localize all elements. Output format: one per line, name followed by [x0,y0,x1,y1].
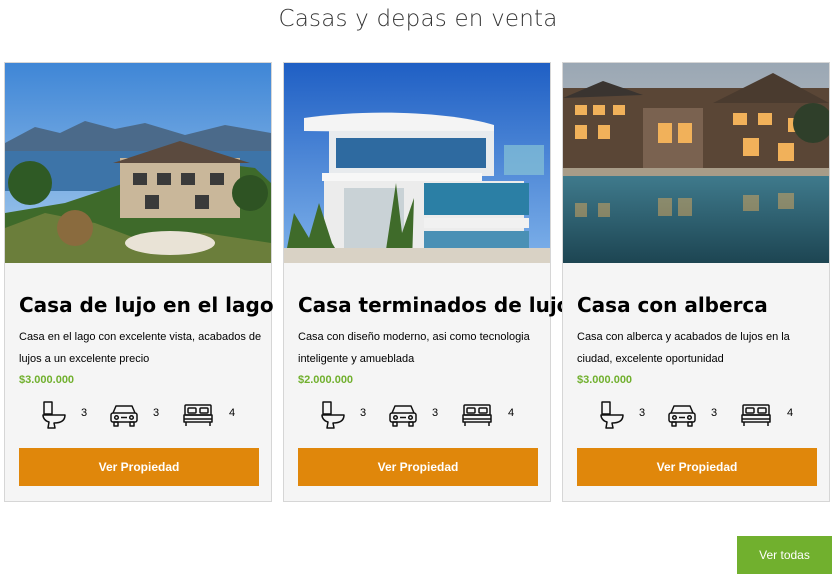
bed-icon [462,404,492,426]
view-all-button[interactable]: Ver todas [737,536,832,574]
car-icon [389,405,417,427]
bathroom-count: 3 [639,407,646,419]
property-title: Casa de lujo en el lago [19,293,274,317]
property-description: Casa en el lago con excelente vista, aca… [19,331,262,365]
property-price: $2.000.000 [298,374,354,386]
car-icon [110,405,138,427]
car-icon [668,405,696,427]
bedroom-count: 4 [229,407,236,419]
property-price: $3.000.000 [19,374,75,386]
property-amenities: 3 3 4 [563,400,829,430]
page-title: Casas y depas en venta [278,6,558,32]
bathroom-count: 3 [81,407,88,419]
toilet-icon [600,401,624,429]
property-card: Casa con alberca Casa con alberca y acab… [562,62,830,502]
property-price: $3.000.000 [577,374,633,386]
property-amenities: 3 3 4 [5,400,271,430]
toilet-icon [42,401,66,429]
bedroom-count: 4 [508,407,515,419]
bathroom-count: 3 [360,407,367,419]
bed-icon [183,404,213,426]
property-amenities: 3 3 4 [284,400,550,430]
property-title: Casa terminados de lujo [298,293,571,317]
bedroom-count: 4 [787,407,794,419]
property-image-lake-house[interactable] [5,63,271,263]
property-image-pool-house[interactable] [563,63,829,263]
property-description: Casa con alberca y acabados de lujos en … [577,331,790,365]
view-property-button[interactable]: Ver Propiedad [19,448,259,486]
toilet-icon [321,401,345,429]
view-property-button[interactable]: Ver Propiedad [577,448,817,486]
property-description: Casa con diseño moderno, asi como tecnol… [298,331,530,365]
view-property-button[interactable]: Ver Propiedad [298,448,538,486]
bed-icon [741,404,771,426]
parking-count: 3 [432,407,439,419]
property-image-modern-house[interactable] [284,63,550,263]
parking-count: 3 [153,407,160,419]
property-card: Casa terminados de lujo Casa con diseño … [283,62,571,502]
property-title: Casa con alberca [577,293,768,317]
property-card-list: Casa de lujo en el lago Casa en el lago … [4,62,834,502]
parking-count: 3 [711,407,718,419]
property-card: Casa de lujo en el lago Casa en el lago … [4,62,274,502]
